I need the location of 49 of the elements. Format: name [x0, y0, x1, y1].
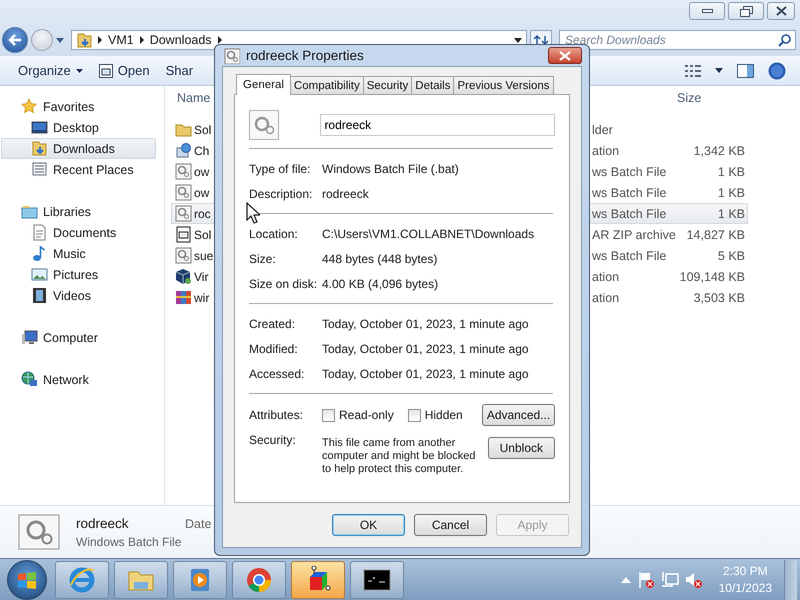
- property-value: C:\Users\VM1.COLLABNET\Downloads: [322, 226, 534, 240]
- property-label: Type of file:: [249, 162, 312, 176]
- security-message: This file came from another computer and might be blocked to help protect this computer.: [322, 437, 476, 476]
- property-value: Today, October 01, 2023, 1 minute ago: [322, 366, 529, 380]
- file-size: 1 KB: [716, 186, 746, 200]
- file-type: lder: [592, 122, 614, 136]
- file-size: 5 KB: [716, 248, 746, 262]
- property-value: rodreeck: [322, 186, 369, 200]
- file-name: Vir: [194, 270, 208, 284]
- property-label: Created:: [249, 316, 296, 330]
- file-name: rodreeck: [76, 516, 130, 530]
- checkbox-label: Read-only: [339, 408, 394, 422]
- file-name: ow: [194, 164, 210, 178]
- file-type: ation: [592, 270, 620, 284]
- file-type: ws Batch File: [592, 186, 668, 200]
- file-name: Sol: [194, 228, 212, 242]
- property-label: Location:: [249, 226, 299, 240]
- property-label: Accessed:: [249, 366, 306, 380]
- property-label: Size on disk:: [249, 276, 318, 290]
- file-name: Ch: [194, 144, 210, 158]
- checkbox-label: Hidden: [424, 408, 463, 422]
- file-name: ow: [194, 186, 210, 200]
- file-type: ws Batch File: [592, 206, 668, 220]
- property-label: Size:: [249, 252, 277, 266]
- file-size: 3,503 KB: [692, 290, 746, 304]
- file-size: 1,342 KB: [692, 144, 746, 158]
- property-label: Description:: [249, 186, 314, 200]
- property-label: Modified:: [249, 342, 299, 356]
- file-name: Sol: [194, 122, 212, 136]
- file-name: sue: [194, 248, 214, 262]
- property-value: 4.00 KB (4,096 bytes): [322, 276, 438, 290]
- file-name: wir: [194, 290, 210, 304]
- property-label: Security:: [249, 433, 297, 449]
- file-name: roc: [194, 206, 211, 220]
- file-size: 1 KB: [716, 206, 746, 220]
- property-label: Attributes:: [249, 408, 304, 422]
- file-type: ws Batch File: [592, 164, 668, 178]
- file-type: ation: [592, 144, 620, 158]
- file-size: 109,148 KB: [678, 270, 746, 284]
- property-value: Today, October 01, 2023, 1 minute ago: [322, 316, 529, 330]
- file-type: ation: [592, 290, 620, 304]
- property-value: Today, October 01, 2023, 1 minute ago: [322, 342, 529, 356]
- file-type: Windows Batch File: [76, 534, 181, 548]
- property-value: Windows Batch File (.bat): [322, 162, 459, 176]
- property-value: 448 bytes (448 bytes): [322, 252, 438, 266]
- field-label: Date: [185, 517, 212, 531]
- file-type: ws Batch File: [592, 248, 668, 262]
- file-size: 1 KB: [716, 164, 746, 178]
- dialog-title: rodreeck Properties: [246, 48, 364, 63]
